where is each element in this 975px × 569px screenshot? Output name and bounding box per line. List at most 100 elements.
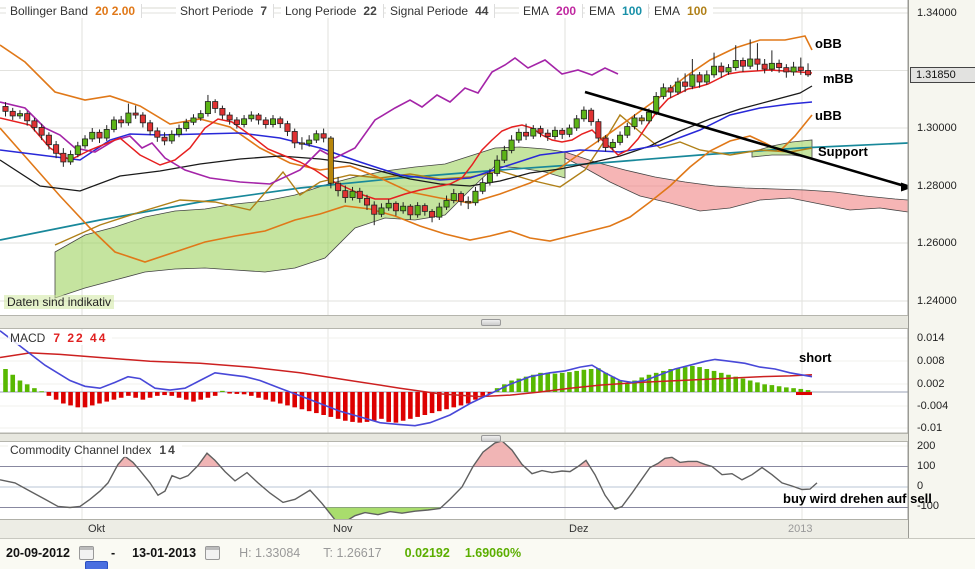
indicator-label: Signal Periode <box>390 4 469 18</box>
macd-hist-bar <box>169 392 175 396</box>
indicator-ema-100-teal[interactable]: EMA 100 <box>585 4 650 18</box>
macd-hist-bar <box>581 369 587 392</box>
indicator-params: 100 <box>622 4 643 18</box>
macd-hist-bar <box>270 392 276 402</box>
indicator-label: EMA <box>523 4 550 18</box>
axis-tick-label: 1.30000 <box>917 122 957 134</box>
macd-hist-bar <box>458 392 464 406</box>
macd-hist-bar <box>17 380 23 392</box>
macd-hist-bar <box>89 392 95 406</box>
indicator-signal-periode[interactable]: Signal Periode 44 <box>386 4 496 18</box>
axis-tick-label: 100 <box>917 460 936 472</box>
macd-hist-bar <box>212 392 218 396</box>
macd-hist-bar <box>126 392 131 396</box>
indicator-label: EMA <box>589 4 616 18</box>
macd-hist-bar <box>530 374 536 392</box>
annotation-ubb[interactable]: uBB <box>815 108 842 123</box>
macd-hist-bar <box>227 392 232 394</box>
macd-hist-bar <box>465 392 471 404</box>
annotation-support[interactable]: Support <box>818 144 868 159</box>
macd-panel-header: MACD 7 22 44 <box>8 331 113 345</box>
axis-tick-label: -0.004 <box>917 400 949 412</box>
axis-tick-label: 0.014 <box>917 332 945 344</box>
annotation-obb[interactable]: oBB <box>815 36 842 51</box>
macd-hist-bar <box>3 369 8 392</box>
indicator-long-periode[interactable]: Long Periode 22 <box>281 4 384 18</box>
indicator-bollinger[interactable]: Bollinger Band 20 2.00 <box>6 4 143 18</box>
indicator-label: EMA <box>654 4 681 18</box>
macd-hist-bar <box>140 392 146 400</box>
date-to-value[interactable]: 13-01-2013 <box>132 546 196 560</box>
macd-hist-bar <box>111 392 117 400</box>
macd-hist-bar <box>755 382 760 392</box>
macd-hist-bar <box>39 391 44 393</box>
macd-hist-bar <box>545 372 551 392</box>
trading-chart-app: Bollinger Band 20 2.00 Short Periode 7 Lon… <box>0 0 975 569</box>
annotation-mbb[interactable]: mBB <box>823 71 853 86</box>
macd-hist-bar <box>386 392 391 422</box>
macd-hist-bar <box>733 376 739 392</box>
macd-hist-bar <box>241 392 247 395</box>
macd-hist-bar <box>299 392 305 410</box>
macd-hist-bar <box>306 392 312 412</box>
macd-hist-bar <box>328 392 334 417</box>
price-axis: 1.31850 1.34000 1.30000 1.28000 1.26000 1.24… <box>908 0 975 538</box>
macd-hist-bar <box>769 385 775 392</box>
scrollbar-thumb[interactable] <box>85 561 108 569</box>
macd-hist-bar <box>53 392 59 400</box>
footer-toolbar: 20-09-2012 - 13-01-2013 H: 1.33084 T: 1.… <box>0 538 975 569</box>
macd-hist-bar <box>364 392 370 422</box>
splitter-main-macd[interactable] <box>0 315 975 329</box>
indicator-label: Long Periode <box>285 4 357 18</box>
macd-hist-bar <box>10 374 16 392</box>
macd-hist-bar <box>646 374 652 392</box>
macd-hist-bar <box>776 386 782 392</box>
macd-hist-bar <box>371 392 377 421</box>
indicator-ema-100-yellow[interactable]: EMA 100 <box>650 4 714 18</box>
macd-hist-bar <box>176 392 182 398</box>
macd-hist-bar <box>704 369 710 392</box>
macd-hist-bar <box>740 378 746 392</box>
macd-hist-bar <box>574 370 579 392</box>
annotation-short[interactable]: short <box>799 350 832 365</box>
splitter-grip-icon[interactable] <box>481 435 501 442</box>
indicator-short-periode[interactable]: Short Periode 7 <box>176 4 275 18</box>
indicator-params: 22 <box>363 4 377 18</box>
macd-hist-bar <box>480 392 485 396</box>
macd-hist-bar <box>335 392 341 419</box>
splitter-macd-cci[interactable] <box>0 433 975 442</box>
macd-hist-bar <box>784 387 789 392</box>
axis-tick-label: 200 <box>917 440 936 452</box>
macd-hist-bar <box>437 392 442 412</box>
annotation-buy-sell[interactable]: buy wird drehen auf sell <box>783 491 932 506</box>
macd-hist-bar <box>711 370 717 392</box>
macd-hist-bar <box>588 369 594 392</box>
macd-hist-bar <box>147 392 153 398</box>
indicator-header: Bollinger Band 20 2.00 Short Periode 7 Lon… <box>0 4 908 22</box>
macd-hist-bar <box>183 392 189 400</box>
macd-hist-bar <box>747 380 753 392</box>
macd-hist-bar <box>155 392 160 396</box>
date-from-value[interactable]: 20-09-2012 <box>6 546 70 560</box>
macd-hist-bar <box>596 368 601 392</box>
macd-params: 7 22 44 <box>53 331 108 345</box>
splitter-grip-icon[interactable] <box>481 319 501 326</box>
macd-hist-bar <box>82 392 88 408</box>
calendar-icon[interactable] <box>205 546 221 560</box>
cci-params: 14 <box>159 443 177 457</box>
indicator-params: 100 <box>687 4 708 18</box>
indicator-label: Short Periode <box>180 4 254 18</box>
calendar-icon[interactable] <box>78 546 94 560</box>
macd-hist-bar <box>791 388 796 392</box>
date-separator: - <box>110 546 116 560</box>
macd-hist-bar <box>343 392 348 421</box>
macd-hist-bar <box>61 392 66 404</box>
axis-tick-label: 0.008 <box>917 355 945 367</box>
disclaimer-text: Daten sind indikativ <box>4 295 115 309</box>
macd-hist-bar <box>393 392 399 423</box>
macd-hist-bar <box>133 392 138 398</box>
macd-hist-bar <box>762 384 767 392</box>
cci-label: Commodity Channel Index <box>10 443 152 457</box>
indicator-ema-200[interactable]: EMA 200 <box>519 4 584 18</box>
macd-hist-bar <box>718 372 724 392</box>
